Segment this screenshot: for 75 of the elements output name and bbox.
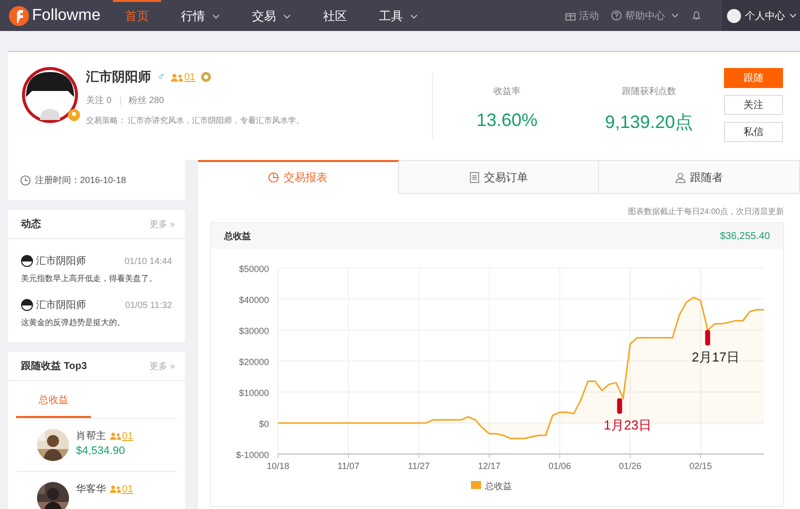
activity-link[interactable]: 活动 (565, 8, 599, 22)
pie-chart-icon (268, 172, 280, 183)
follow-badge: 01 (110, 484, 134, 494)
nav-item[interactable]: 社区 (311, 0, 359, 31)
nav-item[interactable]: 工具 (367, 0, 430, 31)
post-text: 这黄金的反弹趋势是挺大的。 (21, 317, 126, 328)
content-tab[interactable]: 跟随者 (599, 160, 800, 194)
y-tick-label: $30000 (238, 326, 269, 336)
gender-symbol: ♂ (157, 71, 166, 83)
help-icon (611, 10, 622, 21)
y-tick-label: $0 (258, 419, 269, 429)
x-tick-label: 10/18 (266, 461, 290, 471)
nav-item[interactable]: 交易 (240, 0, 303, 31)
y-tick-label: $40000 (238, 295, 269, 305)
logo-text[interactable]: Followme (32, 6, 100, 24)
follower-name[interactable]: 华客华 (76, 482, 106, 496)
avatar (21, 255, 33, 267)
stat-label: 收益率 (494, 85, 520, 98)
y-tick-label: $10000 (238, 388, 269, 398)
caret-icon (671, 13, 679, 18)
x-tick-label: 11/07 (338, 461, 360, 471)
gift-icon (565, 10, 576, 21)
post-author[interactable]: 汇市阴阳师 (36, 254, 86, 268)
stat-value: 9,139.20点 (604, 111, 694, 134)
logo-icon (9, 6, 29, 26)
user-icon (675, 172, 686, 182)
card-title: 动态 (21, 218, 41, 231)
profit-amount: $4,534.90 (76, 445, 126, 457)
annotation-marker (617, 398, 622, 414)
post-time: 01/10 14:44 (124, 256, 172, 266)
card-title: 总收益 (224, 230, 251, 242)
y-tick-label: $-10000 (236, 450, 269, 460)
avatar (22, 67, 78, 123)
x-tick-label: 02/15 (689, 461, 712, 471)
strategy-text: 交易策略： 汇市亦讲究风水，汇市阴阳师，专看汇市风水学。 (86, 115, 306, 126)
help-link[interactable]: 帮助中心 (611, 8, 679, 22)
follow-badge: 01 (171, 72, 196, 82)
post-text: 美元指数早上高开低走，得看美盘了。 (21, 273, 158, 284)
update-note: 图表数据截止于每日24:00点，次日清晨更新 (626, 206, 784, 217)
annotation-marker (705, 330, 710, 346)
trader-name: 汇市阴阳师 (86, 68, 151, 86)
avatar (727, 8, 741, 22)
nav-item[interactable]: 行情 (169, 0, 232, 31)
verified-icon (68, 109, 80, 121)
annotation-label: 1月23日 (604, 418, 652, 433)
user-menu[interactable]: 个人中心 (722, 0, 800, 31)
content-tab[interactable]: 交易订单 (398, 160, 600, 194)
coin-icon (201, 72, 212, 82)
caret-icon (789, 13, 797, 18)
clock-icon (20, 174, 31, 186)
stat-value: 13.60% (476, 110, 538, 131)
follower-name[interactable]: 肖帮主 (76, 429, 106, 443)
action-button[interactable]: 私信 (724, 122, 783, 142)
post-author[interactable]: 汇市阴阳师 (36, 298, 86, 312)
follow-badge: 01 (110, 430, 134, 442)
x-tick-label: 01/26 (618, 461, 642, 471)
action-button[interactable]: 关注 (724, 95, 783, 115)
post-time: 01/05 11:32 (125, 300, 172, 310)
y-tick-label: $50000 (238, 264, 269, 274)
document-icon (469, 172, 480, 182)
count-stat: 关注 0 (86, 94, 112, 107)
bell-icon[interactable] (691, 10, 702, 21)
x-tick-label: 11/27 (408, 461, 430, 471)
y-tick-label: $20000 (238, 357, 269, 367)
x-tick-label: 12/17 (478, 461, 501, 471)
legend-swatch (471, 481, 481, 489)
count-stat: 粉丝 280 (128, 94, 164, 107)
stat-label: 跟随获利点数 (622, 85, 676, 98)
total-value: $36,255.40 (720, 230, 770, 242)
annotation-label: 2月17日 (692, 350, 740, 364)
register-date: 注册时间：2016-10-18 (35, 174, 126, 186)
card-title: 跟随收益 Top3 (21, 360, 87, 373)
avatar (21, 299, 33, 311)
legend-label: 总收益 (485, 481, 512, 491)
x-tick-label: 01/06 (548, 461, 571, 471)
